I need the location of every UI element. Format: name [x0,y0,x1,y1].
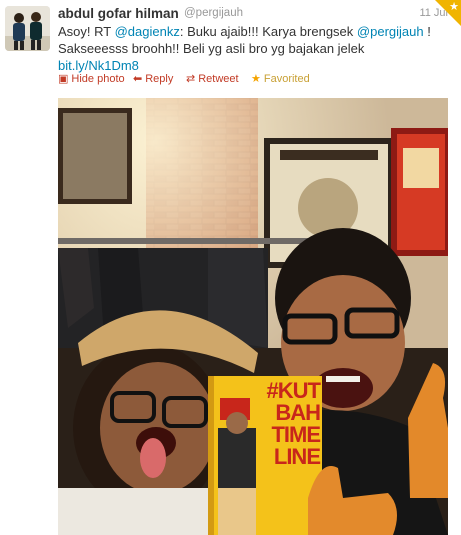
hide-photo-label: Hide photo [71,73,125,85]
book-title-line: TIME [271,422,321,447]
mention-pergijauh[interactable]: @pergijauh [357,24,424,39]
tweet-header: abdul gofar hilman @pergijauh 11 Jul [58,6,448,22]
book-title: #KUT BAH TIME LINE [262,378,321,469]
retweet-button[interactable]: ⇄ Retweet [186,72,239,85]
book-title-line: LINE [273,444,321,469]
tweet: abdul gofar hilman @pergijauh 11 Jul ★ A… [0,0,461,535]
star-icon: ★ [251,73,261,85]
reply-arrow-icon: ⬅ [133,73,143,85]
hide-photo-button[interactable]: ▣ Hide photo [58,72,125,85]
full-name[interactable]: abdul gofar hilman [58,6,179,21]
retweet-label: Retweet [198,73,239,85]
retweet-icon: ⇄ [186,73,196,85]
tweet-text-line-1: Asoy! RT @dagienkz: Buku ajaib!!! Karya … [58,23,453,40]
photo-image [58,98,448,535]
avatar[interactable] [5,6,50,51]
favorite-corner-star-icon: ★ [449,1,459,13]
tweet-text-line-2: Sakseeesss broohh!! Beli yg asli bro yg … [58,41,365,56]
photo-icon: ▣ [58,73,69,85]
book-title-line: BAH [275,400,321,425]
favorited-label: Favorited [263,73,310,85]
reply-button[interactable]: ⬅ Reply [133,72,173,85]
text-segment: Asoy! RT [58,24,115,39]
favorited-button[interactable]: ★ Favorited [251,72,310,85]
tweet-photo[interactable]: #KUT BAH TIME LINE [58,98,448,535]
text-segment: : Buku ajaib!!! Karya brengsek [179,24,357,39]
text-segment: ! [423,24,431,39]
username[interactable]: @pergijauh [184,7,243,19]
avatar-image [5,6,50,51]
reply-label: Reply [145,73,174,85]
book-title-line: #KUT [266,378,321,403]
tweet-text: Asoy! RT @dagienkz: Buku ajaib!!! Karya … [58,23,453,74]
mention-dagienkz[interactable]: @dagienkz [115,24,180,39]
